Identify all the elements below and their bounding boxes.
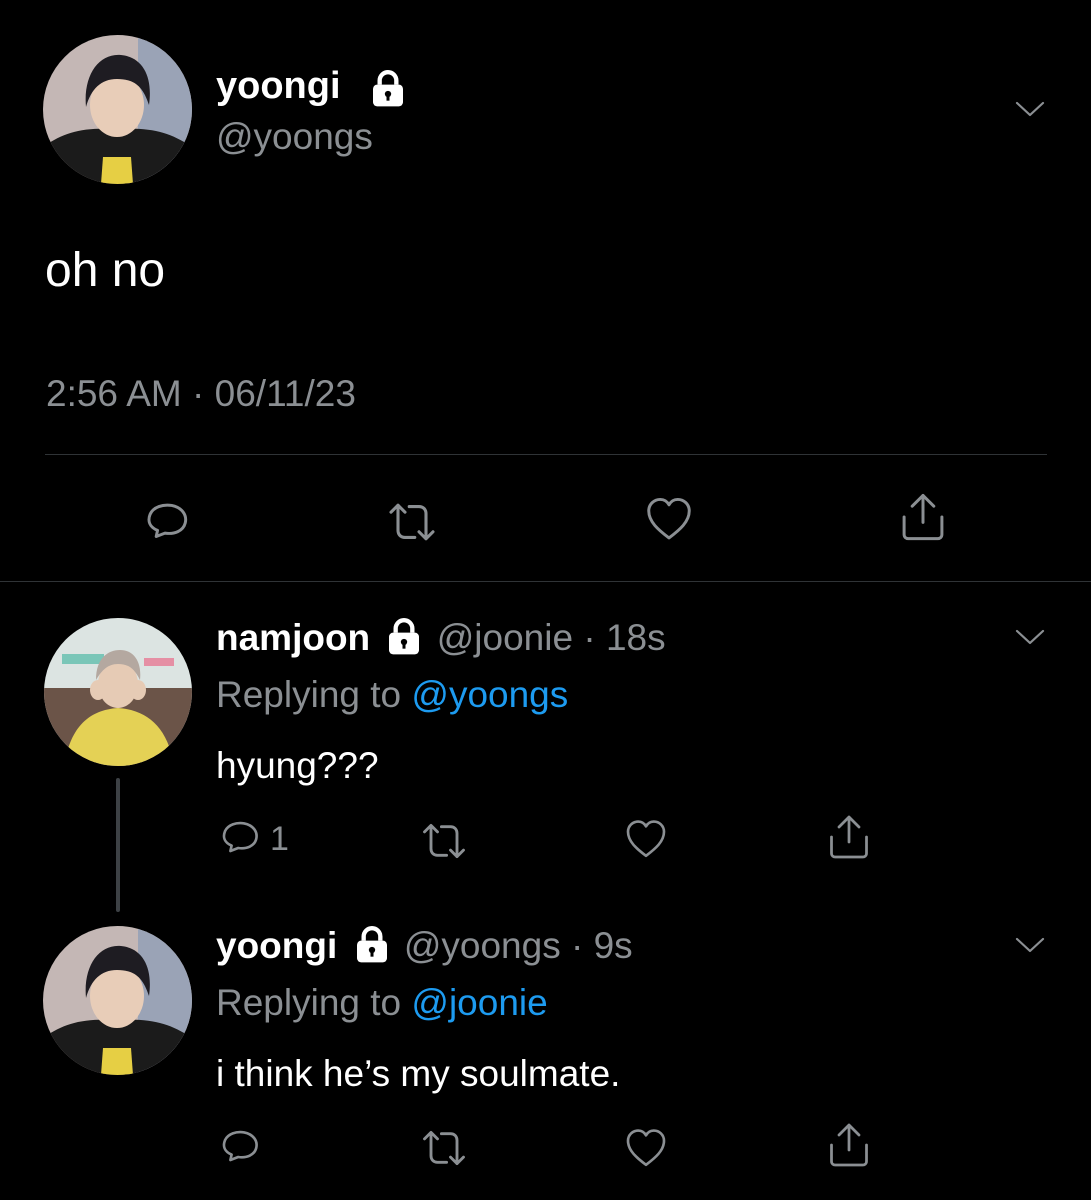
- lock-icon: [368, 68, 408, 108]
- thread-line: [116, 778, 120, 912]
- reply-count: 1: [270, 819, 289, 858]
- tweet-date: 06/11/23: [214, 373, 356, 414]
- reply-1-replying-to: Replying to @yoongs: [216, 671, 568, 719]
- reply-1-age: 18s: [605, 617, 666, 658]
- divider: [0, 581, 1091, 582]
- separator-dot: ·: [192, 373, 205, 414]
- chevron-down-icon[interactable]: [1014, 99, 1046, 119]
- reply-2-text: i think he’s my soulmate.: [216, 1053, 621, 1094]
- reply-2-handle[interactable]: @yoongs: [404, 925, 561, 966]
- share-icon[interactable]: [824, 812, 874, 862]
- reply-1-display-name[interactable]: namjoon: [216, 617, 370, 658]
- chevron-down-icon[interactable]: [1014, 935, 1046, 955]
- replying-to-mention[interactable]: @joonie: [411, 982, 547, 1023]
- divider: [45, 454, 1047, 455]
- separator-dot: ·: [570, 925, 584, 966]
- reply-2-replying-to: Replying to @joonie: [216, 979, 548, 1027]
- chevron-down-icon[interactable]: [1014, 627, 1046, 647]
- like-icon[interactable]: [622, 1124, 670, 1172]
- like-icon[interactable]: [622, 815, 670, 863]
- reply-1-text: hyung???: [216, 745, 379, 786]
- like-icon[interactable]: [642, 492, 696, 546]
- retweet-icon[interactable]: [418, 815, 470, 867]
- separator-dot: ·: [583, 617, 596, 658]
- main-handle[interactable]: @yoongs: [216, 114, 373, 160]
- replying-to-mention[interactable]: @yoongs: [411, 674, 568, 715]
- reply-icon[interactable]: [216, 815, 264, 863]
- retweet-icon[interactable]: [384, 494, 440, 550]
- lock-icon: [352, 924, 392, 964]
- main-tweet-text: oh no: [45, 244, 166, 297]
- reply-icon[interactable]: [140, 496, 194, 550]
- reply-1-header: namjoon @joonie · 18s: [216, 614, 666, 662]
- reply-2-age: 9s: [593, 925, 633, 966]
- share-icon[interactable]: [896, 490, 950, 544]
- reply-2-header: yoongi @yoongs · 9s: [216, 922, 633, 970]
- share-icon[interactable]: [824, 1120, 874, 1170]
- replying-to-label: Replying to: [216, 982, 402, 1023]
- reply-1-reply-action[interactable]: 1: [216, 815, 289, 863]
- reply-2-display-name[interactable]: yoongi: [216, 925, 337, 966]
- avatar-main[interactable]: [43, 35, 192, 184]
- avatar-reply-2[interactable]: [43, 926, 192, 1075]
- retweet-icon[interactable]: [418, 1122, 470, 1174]
- tweet-time: 2:56 AM: [46, 373, 182, 414]
- reply-icon[interactable]: [216, 1124, 264, 1172]
- main-tweet-timestamp: 2:56 AM · 06/11/23: [46, 371, 356, 417]
- lock-icon: [384, 616, 424, 656]
- avatar-reply-1[interactable]: [44, 618, 192, 766]
- reply-1-handle[interactable]: @joonie: [437, 617, 573, 658]
- replying-to-label: Replying to: [216, 674, 402, 715]
- main-display-name[interactable]: yoongi: [216, 62, 341, 110]
